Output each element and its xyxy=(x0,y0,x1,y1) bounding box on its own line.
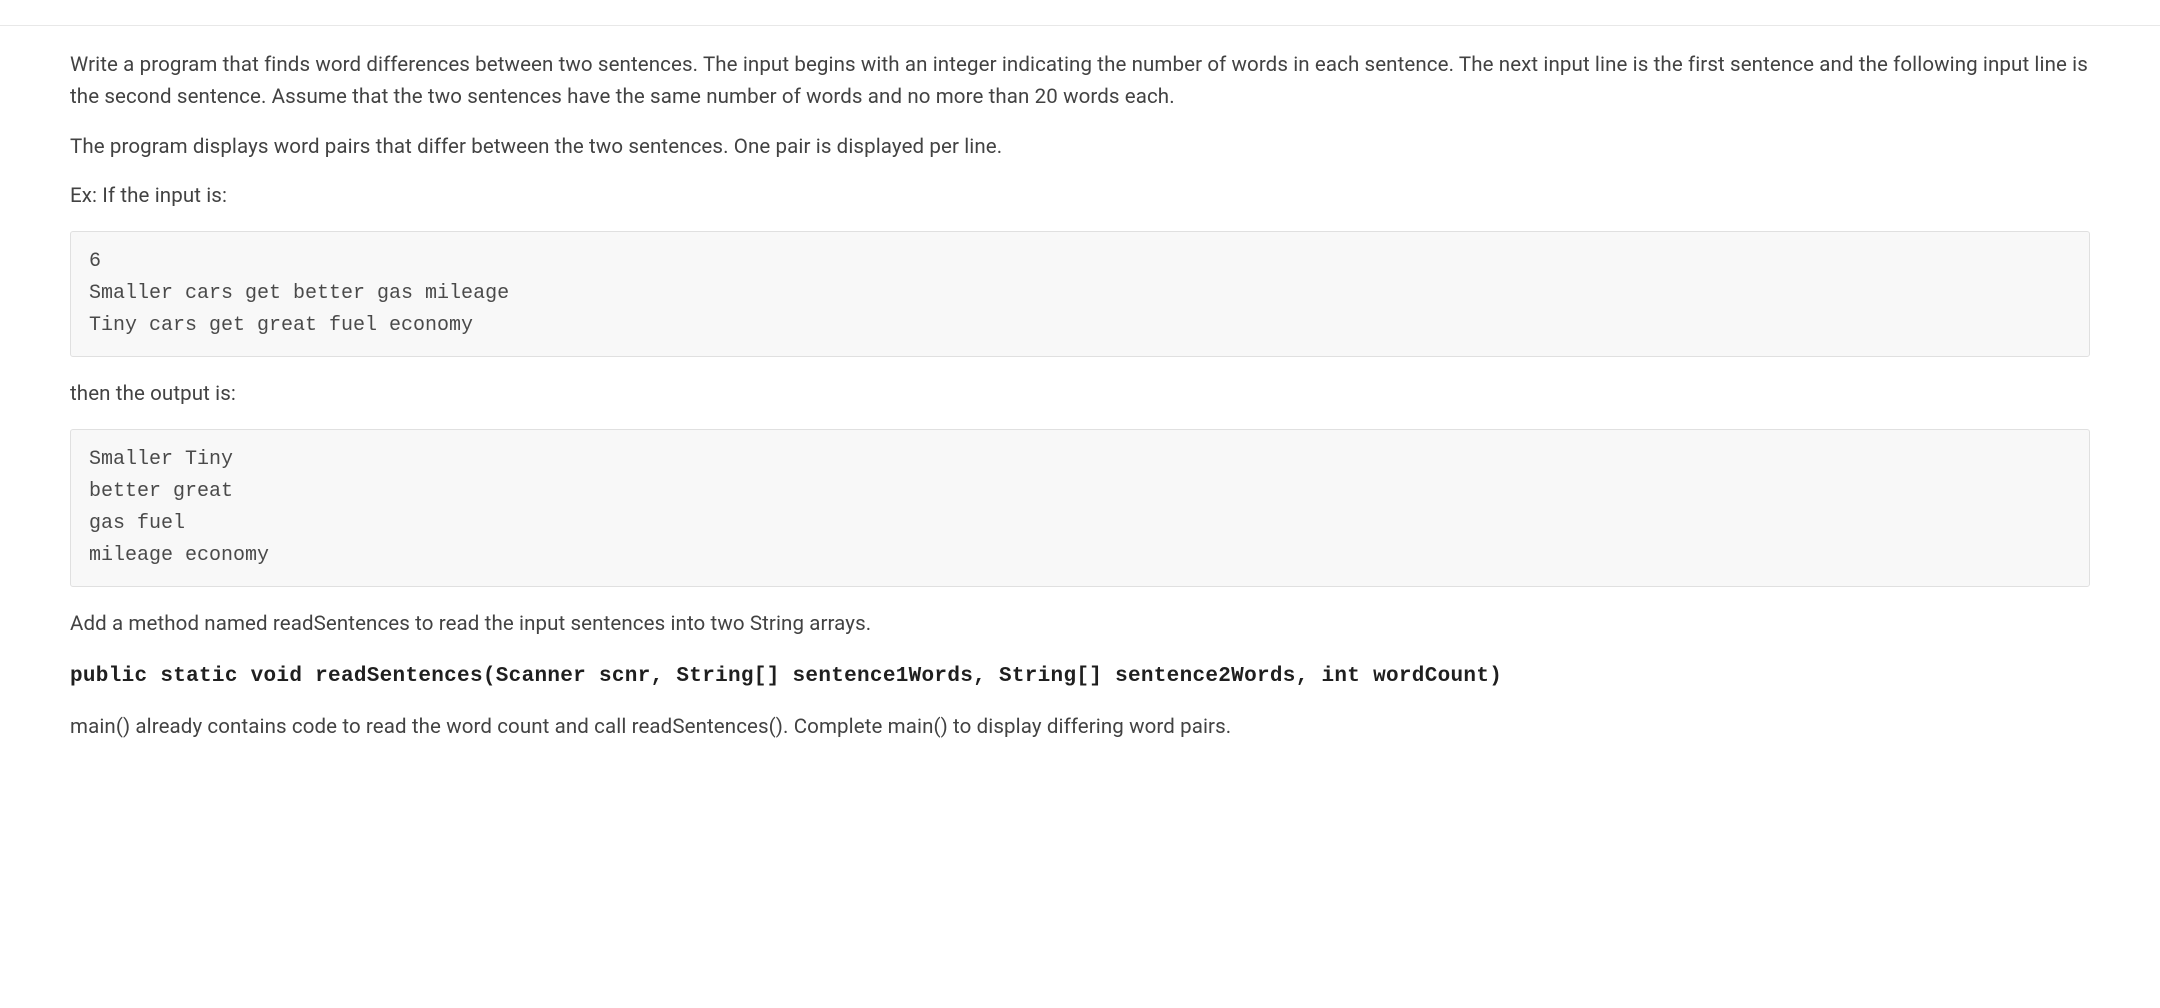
output-label: then the output is: xyxy=(70,379,2090,411)
top-divider xyxy=(0,25,2160,26)
output-code-block: Smaller Tiny better great gas fuel milea… xyxy=(70,429,2090,587)
method-signature: public static void readSentences(Scanner… xyxy=(70,659,2090,695)
signature-code: public static void readSentences(Scanner… xyxy=(70,665,1502,688)
input-code-block: 6 Smaller cars get better gas mileage Ti… xyxy=(70,231,2090,357)
example-label: Ex: If the input is: xyxy=(70,181,2090,213)
method-instruction: Add a method named readSentences to read… xyxy=(70,609,2090,641)
intro-paragraph-2: The program displays word pairs that dif… xyxy=(70,132,2090,164)
main-instruction: main() already contains code to read the… xyxy=(70,712,2090,744)
intro-paragraph-1: Write a program that finds word differen… xyxy=(70,50,2090,114)
